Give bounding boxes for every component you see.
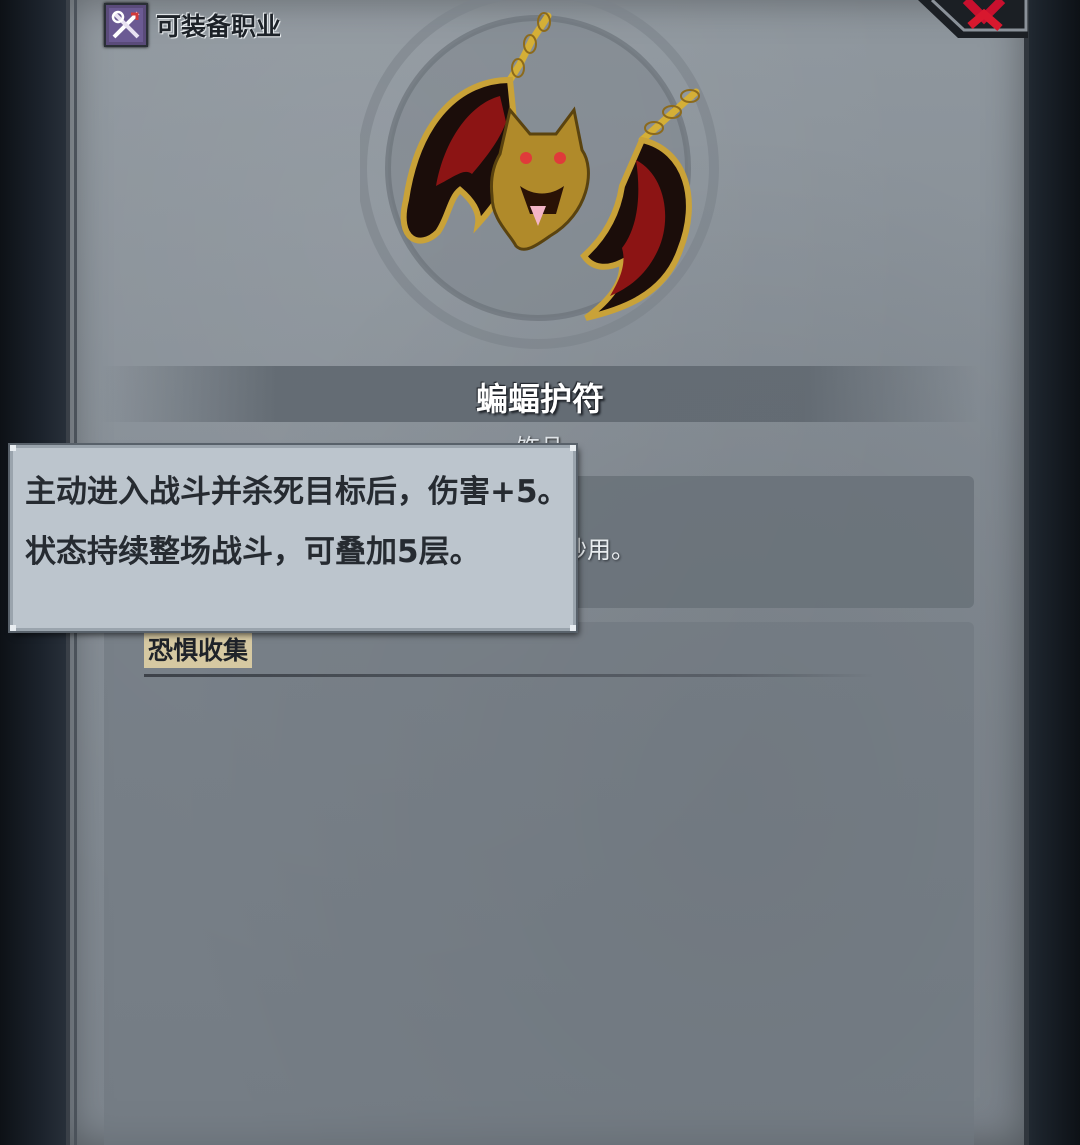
skill-tooltip: 主动进入战斗并杀死目标后，伤害+5。状态持续整场战斗，可叠加5层。 xyxy=(10,445,576,631)
tooltip-corner xyxy=(10,445,16,451)
tooltip-corner xyxy=(570,445,576,451)
tooltip-corner xyxy=(570,625,576,631)
item-name: 蝙蝠护符 xyxy=(475,380,604,418)
tooltip-text: 主动进入战斗并杀死目标后，伤害+5。状态持续整场战斗，可叠加5层。 xyxy=(25,474,569,570)
equip-class-label: 可装备职业 xyxy=(156,12,282,41)
close-button[interactable] xyxy=(918,0,1028,38)
equip-class-row[interactable]: 可装备职业 xyxy=(104,3,282,47)
bat-amulet-icon xyxy=(357,0,720,350)
skill-section xyxy=(104,622,974,1145)
skill-title[interactable]: 恐惧收集 xyxy=(144,630,253,668)
equip-class-icon[interactable] xyxy=(104,3,148,47)
tooltip-corner xyxy=(10,625,16,631)
skill-divider xyxy=(144,674,874,677)
